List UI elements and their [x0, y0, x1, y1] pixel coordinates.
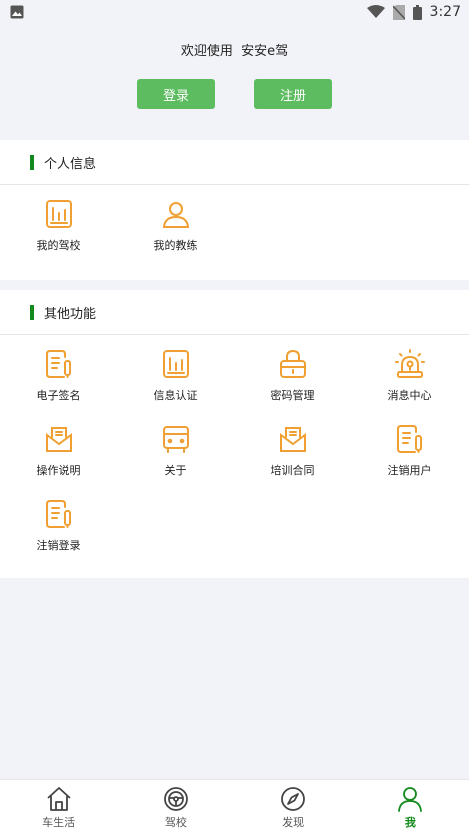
chart-doc-icon — [45, 200, 72, 228]
menu-item-label: 培训合同 — [270, 464, 315, 477]
welcome-text: 欢迎使用 安安e驾 — [180, 44, 289, 59]
tab-label: 发现 — [282, 815, 305, 829]
document-pen-icon — [45, 500, 71, 528]
clock-time: 3:27 — [429, 4, 461, 20]
functions-grid: 电子签名 信息认证 密码管理 消息中心 操作说明 关于 培训合同 注销用户 注销… — [0, 335, 469, 574]
menu-item-password-management[interactable]: 密码管理 — [234, 349, 351, 424]
menu-item-label: 电子签名 — [36, 389, 81, 402]
menu-item-label: 注销登录 — [36, 539, 81, 552]
menu-item-my-coach[interactable]: 我的教练 — [117, 199, 234, 274]
document-pen-icon — [45, 350, 71, 378]
no-sim-icon — [392, 4, 405, 20]
menu-item-instructions[interactable]: 操作说明 — [0, 424, 117, 499]
menu-item-my-school[interactable]: 我的驾校 — [0, 199, 117, 274]
menu-item-deregister-user[interactable]: 注销用户 — [351, 424, 468, 499]
user-icon — [398, 786, 423, 812]
mail-icon — [279, 427, 306, 452]
menu-item-label: 我的驾校 — [36, 239, 81, 252]
menu-item-training-contract[interactable]: 培训合同 — [234, 424, 351, 499]
compass-icon — [281, 786, 306, 811]
steering-wheel-icon — [163, 786, 188, 811]
lock-icon — [279, 349, 306, 378]
wifi-icon — [366, 5, 385, 18]
home-icon — [47, 786, 71, 811]
document-pen-icon — [396, 425, 422, 453]
profile-header: 欢迎使用 安安e驾 登录 注册 — [0, 24, 469, 140]
menu-item-label: 注销用户 — [387, 464, 432, 477]
menu-item-label: 密码管理 — [270, 389, 315, 402]
menu-item-about[interactable]: 关于 — [117, 424, 234, 499]
status-right: 3:27 — [366, 4, 461, 20]
menu-item-label: 操作说明 — [36, 464, 81, 477]
tab-me[interactable]: 我 — [352, 780, 469, 835]
menu-item-label: 关于 — [164, 464, 187, 477]
section-title: 其他功能 — [44, 306, 97, 322]
menu-item-label: 消息中心 — [387, 389, 432, 402]
section-title: 个人信息 — [44, 156, 97, 172]
status-bar: 3:27 — [0, 0, 469, 24]
tab-car-life[interactable]: 车生活 — [0, 780, 117, 835]
personal-info-section: 个人信息 我的驾校 我的教练 — [0, 140, 469, 280]
menu-item-logout[interactable]: 注销登录 — [0, 499, 117, 574]
chart-doc-icon — [162, 350, 189, 378]
section-accent-bar — [30, 304, 34, 320]
tab-label: 我 — [404, 815, 416, 829]
menu-item-message-center[interactable]: 消息中心 — [351, 349, 468, 424]
tab-label: 驾校 — [164, 815, 187, 829]
tab-driving-school[interactable]: 驾校 — [117, 780, 234, 835]
bottom-tab-bar: 车生活 驾校 发现 我 — [0, 779, 469, 835]
mail-icon — [45, 427, 72, 452]
menu-item-label: 我的教练 — [153, 239, 198, 252]
other-functions-section: 其他功能 电子签名 信息认证 密码管理 消息中心 操作说明 关于 培训合同 注销… — [0, 290, 469, 578]
person-icon — [162, 202, 189, 228]
image-notification-icon — [10, 5, 24, 19]
login-button[interactable]: 登录 — [137, 79, 215, 109]
register-button[interactable]: 注册 — [254, 79, 332, 109]
menu-item-label: 信息认证 — [153, 389, 198, 402]
tab-label: 车生活 — [42, 815, 76, 829]
personal-grid: 我的驾校 我的教练 — [0, 185, 469, 274]
section-accent-bar — [30, 154, 34, 170]
section-header: 个人信息 — [0, 140, 469, 185]
menu-item-info-verification[interactable]: 信息认证 — [117, 349, 234, 424]
tab-discover[interactable]: 发现 — [235, 780, 352, 835]
auth-buttons: 登录 注册 — [137, 79, 332, 109]
bus-icon — [162, 426, 189, 453]
alarm-icon — [394, 349, 425, 378]
menu-item-e-signature[interactable]: 电子签名 — [0, 349, 117, 424]
battery-icon — [412, 4, 422, 20]
section-header: 其他功能 — [0, 290, 469, 335]
